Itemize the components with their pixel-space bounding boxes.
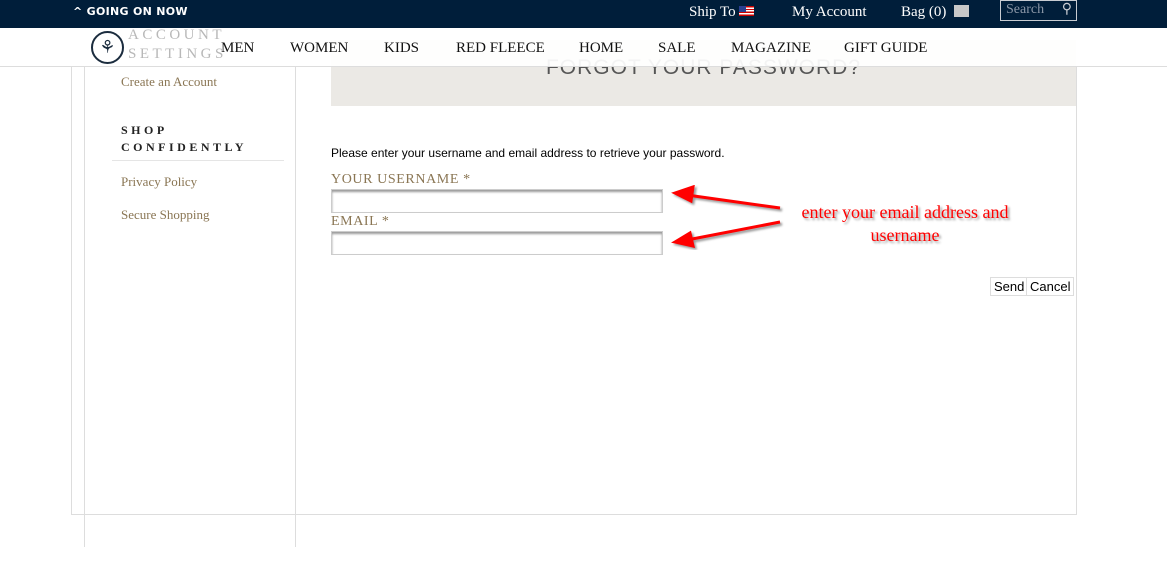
annotation-note: enter your email address and username	[770, 201, 1040, 247]
ship-to-button[interactable]: Ship To	[689, 4, 755, 21]
brand-logo[interactable]: ⚘	[91, 31, 124, 64]
nav-home[interactable]: HOME	[579, 40, 623, 57]
us-flag-icon	[739, 6, 755, 16]
sidebar-heading-account-settings: ACCOUNT SETTINGS	[128, 27, 227, 62]
nav-gift-guide[interactable]: GIFT GUIDE	[844, 40, 927, 57]
email-input[interactable]	[331, 231, 663, 255]
promo-label: GOING ON NOW	[86, 5, 188, 18]
chevron-up-icon: ^	[73, 5, 87, 18]
email-label: EMAIL *	[331, 214, 390, 229]
nav-red-fleece[interactable]: RED FLEECE	[456, 40, 545, 57]
my-account-link[interactable]: My Account	[792, 4, 867, 21]
username-input[interactable]	[331, 189, 663, 213]
arrow-line	[686, 193, 781, 210]
divider	[112, 160, 284, 161]
secure-shopping-link[interactable]: Secure Shopping	[121, 207, 209, 223]
search-icon[interactable]: ⚲	[1062, 1, 1072, 18]
annotation-line: username	[870, 225, 940, 245]
annotation-line: enter your email address and	[801, 202, 1009, 222]
cancel-button[interactable]: Cancel	[1026, 277, 1075, 296]
search-placeholder: Search	[1006, 2, 1045, 17]
shopping-bag-icon[interactable]	[954, 5, 969, 17]
ship-to-label: Ship To	[689, 4, 736, 20]
top-bar: ^ GOING ON NOW Ship To My Account Bag (0…	[0, 0, 1167, 28]
arrow-line	[686, 220, 781, 242]
create-account-link[interactable]: Create an Account	[121, 74, 217, 90]
bag-link[interactable]: Bag (0)	[901, 4, 946, 21]
nav-magazine[interactable]: MAGAZINE	[731, 40, 811, 57]
send-button[interactable]: Send	[990, 277, 1029, 296]
arrowhead-icon	[671, 185, 695, 204]
instructions-text: Please enter your username and email add…	[331, 146, 725, 160]
search-input[interactable]: Search ⚲	[1000, 0, 1077, 21]
heading-line: SHOP	[121, 123, 168, 137]
sidebar-heading-shop-confidently: SHOP CONFIDENTLY	[121, 122, 247, 156]
going-on-now-toggle[interactable]: ^ GOING ON NOW	[73, 5, 188, 18]
nav-women[interactable]: WOMEN	[290, 40, 348, 57]
heading-line: CONFIDENTLY	[121, 140, 248, 154]
nav-sale[interactable]: SALE	[658, 40, 696, 57]
arrowhead-icon	[671, 230, 695, 248]
username-label: YOUR USERNAME *	[331, 172, 471, 187]
nav-kids[interactable]: KIDS	[384, 40, 419, 57]
privacy-policy-link[interactable]: Privacy Policy	[121, 174, 197, 190]
